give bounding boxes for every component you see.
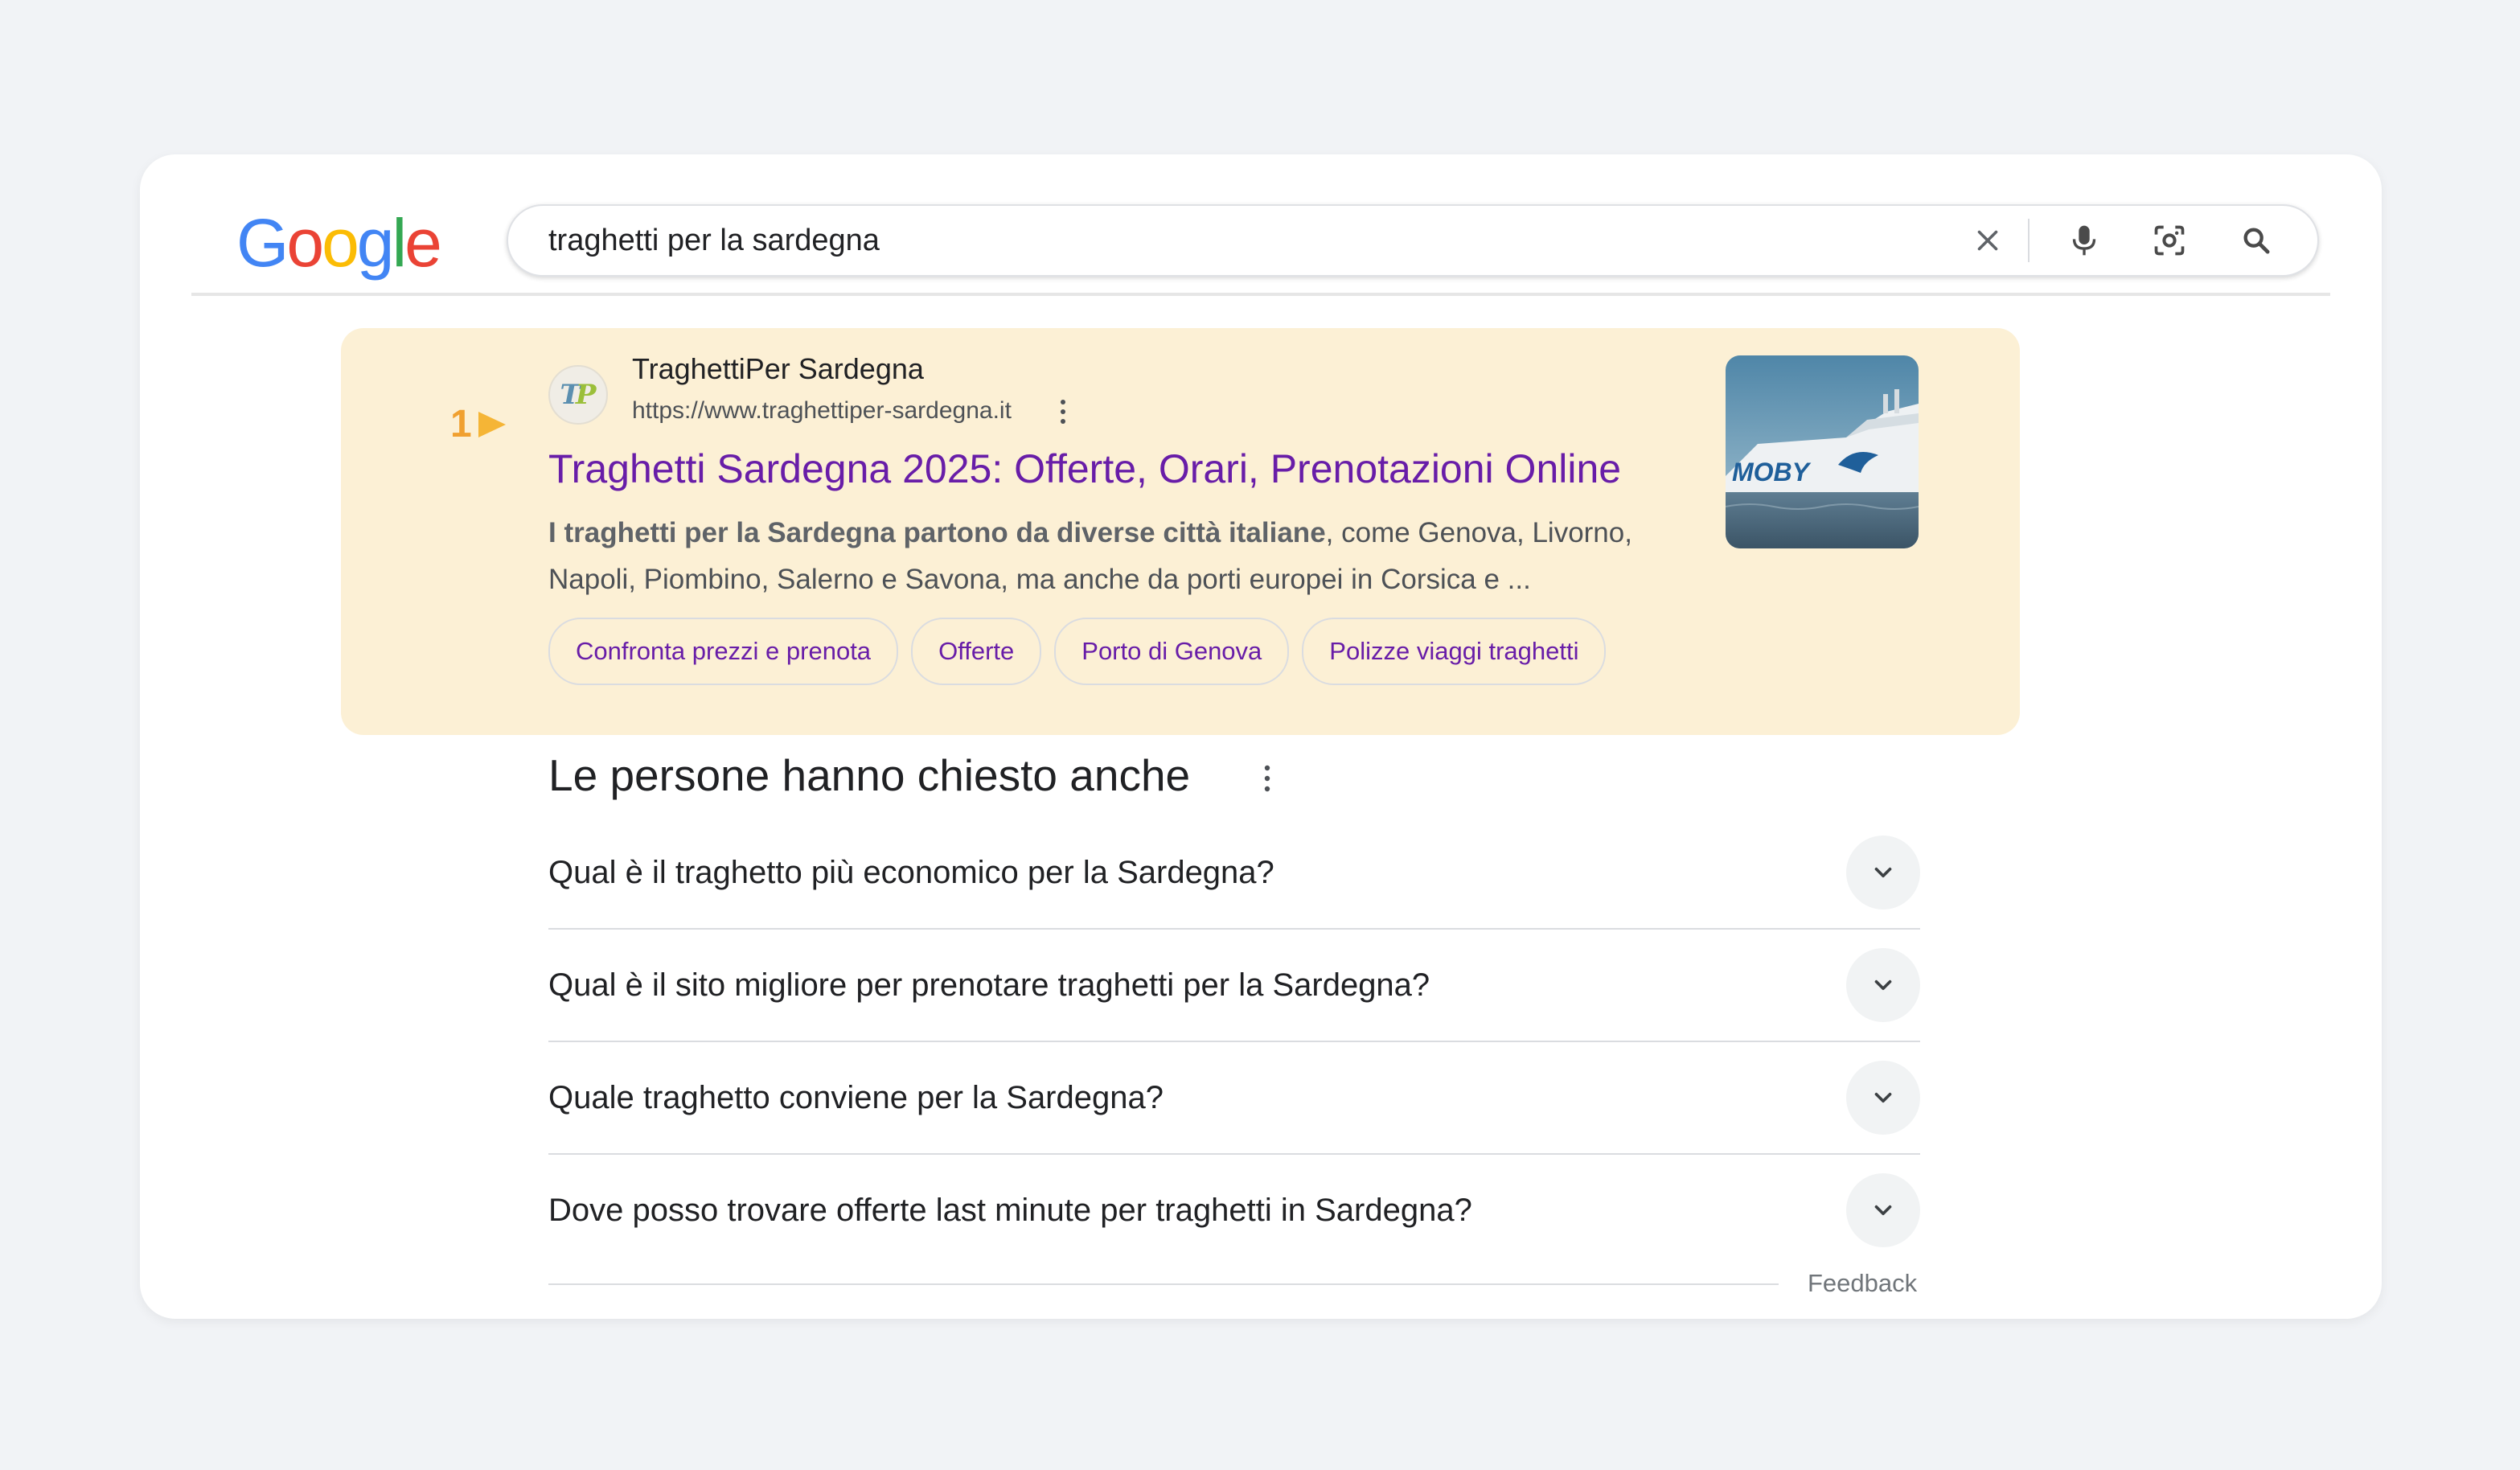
- chip-confronta-prezzi[interactable]: Confronta prezzi e prenota: [548, 618, 899, 685]
- search-bar: [507, 204, 2319, 277]
- microphone-icon[interactable]: [2065, 221, 2103, 260]
- chip-polizze-viaggi[interactable]: Polizze viaggi traghetti: [1302, 618, 1607, 685]
- chevron-down-icon[interactable]: [1846, 1061, 1920, 1135]
- logo-letter: g: [356, 205, 395, 281]
- favicon-letter: P: [575, 379, 597, 411]
- logo-letter: l: [392, 205, 408, 281]
- logo-letter: e: [404, 205, 442, 281]
- logo-letter: o: [286, 205, 324, 281]
- paa-more-options-icon[interactable]: [1259, 761, 1275, 796]
- close-icon[interactable]: [1968, 221, 2007, 260]
- chevron-down-icon[interactable]: [1846, 1173, 1920, 1247]
- header-divider: [191, 293, 2330, 296]
- rank-marker: 1: [450, 402, 507, 446]
- feedback-link[interactable]: Feedback: [1808, 1269, 1917, 1298]
- site-favicon[interactable]: TP: [548, 365, 608, 425]
- search-icon[interactable]: [2237, 221, 2276, 260]
- site-name[interactable]: TraghettiPer Sardegna: [632, 352, 924, 386]
- logo-letter: G: [236, 205, 289, 281]
- google-logo[interactable]: Google: [236, 205, 442, 281]
- paa-bottom-divider: [548, 1283, 1779, 1285]
- chip-offerte[interactable]: Offerte: [911, 618, 1042, 685]
- play-arrow-icon: [478, 411, 506, 437]
- chip-porto-genova[interactable]: Porto di Genova: [1054, 618, 1290, 685]
- thumbnail-brand-text: MOBY: [1732, 458, 1812, 487]
- logo-letter: o: [322, 205, 359, 281]
- paa-question-text: Qual è il sito migliore per prenotare tr…: [548, 967, 1430, 1003]
- paa-list: Qual è il traghetto più economico per la…: [548, 817, 1920, 1266]
- result-snippet: I traghetti per la Sardegna partono da d…: [548, 510, 1706, 603]
- paa-question[interactable]: Dove posso trovare offerte last minute p…: [548, 1155, 1920, 1266]
- more-options-icon[interactable]: [1055, 396, 1071, 428]
- paa-question[interactable]: Quale traghetto conviene per la Sardegna…: [548, 1042, 1920, 1155]
- paa-question[interactable]: Qual è il traghetto più economico per la…: [548, 817, 1920, 930]
- search-result: 1 TP TraghettiPer Sardegna https://www.t…: [341, 328, 2020, 735]
- chevron-down-icon[interactable]: [1846, 836, 1920, 910]
- result-title-link[interactable]: Traghetti Sardegna 2025: Offerte, Orari,…: [548, 446, 1621, 492]
- snippet-bold: I traghetti per la Sardegna partono da d…: [548, 517, 1326, 548]
- paa-question[interactable]: Qual è il sito migliore per prenotare tr…: [548, 930, 1920, 1042]
- search-input[interactable]: [548, 206, 1899, 275]
- chevron-down-icon[interactable]: [1846, 948, 1920, 1022]
- paa-question-text: Quale traghetto conviene per la Sardegna…: [548, 1079, 1164, 1115]
- rank-number: 1: [450, 403, 472, 446]
- paa-question-text: Dove posso trovare offerte last minute p…: [548, 1192, 1472, 1228]
- search-divider: [2028, 219, 2030, 262]
- lens-icon[interactable]: [2150, 221, 2189, 260]
- paa-question-text: Qual è il traghetto più economico per la…: [548, 854, 1274, 890]
- result-thumbnail[interactable]: MOBY: [1726, 355, 1919, 548]
- site-url[interactable]: https://www.traghettiper-sardegna.it: [632, 397, 1012, 425]
- search-results-card: Google 1 TP TraghettiPer Sardegna https:…: [140, 154, 2382, 1319]
- sitelink-chips: Confronta prezzi e prenota Offerte Porto…: [548, 618, 1607, 685]
- paa-heading: Le persone hanno chiesto anche: [548, 750, 1191, 800]
